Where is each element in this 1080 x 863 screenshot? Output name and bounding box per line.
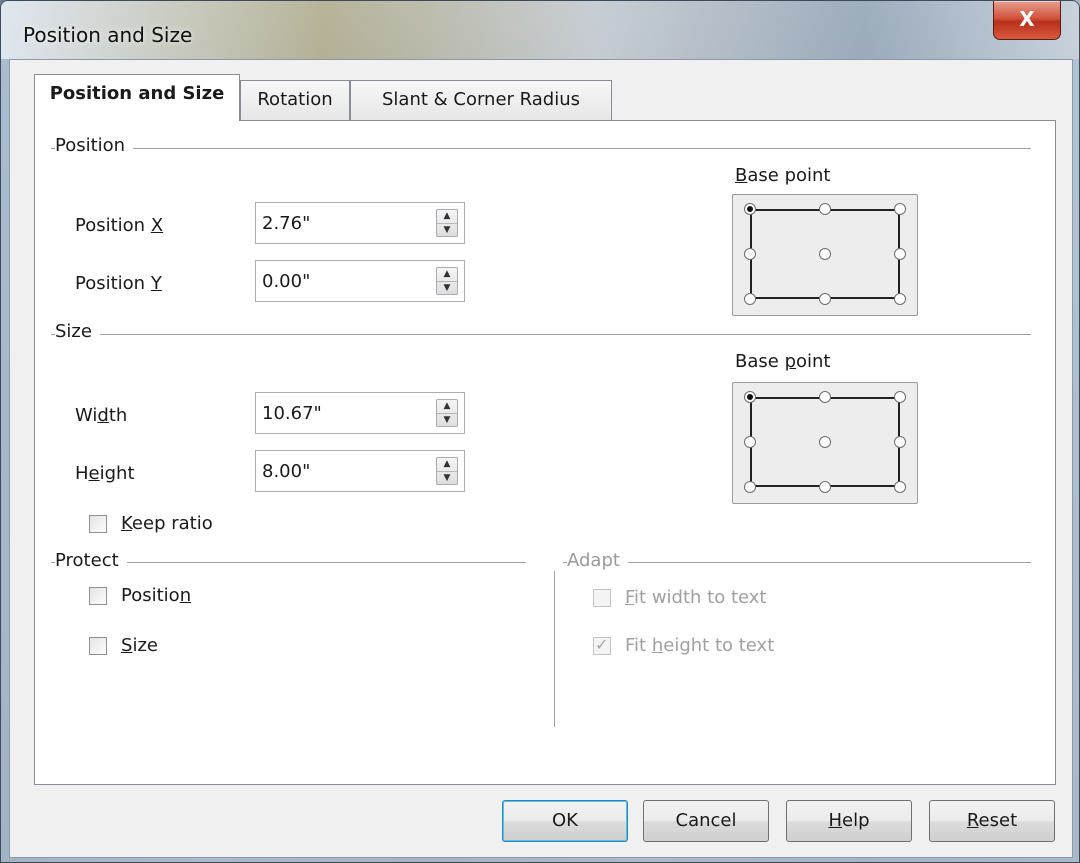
ok-label: OK: [552, 810, 578, 831]
base-point-middle-right[interactable]: [894, 248, 906, 260]
close-button[interactable]: X: [993, 1, 1061, 40]
base-point-center[interactable]: [819, 248, 831, 260]
fit-width-label: Fit width to text: [625, 587, 767, 608]
keep-ratio-label: Keep ratio: [121, 513, 213, 534]
position-base-point-label: Base point: [735, 165, 831, 186]
width-field[interactable]: 10.67" ▲ ▼: [255, 392, 465, 434]
base-point-top-center[interactable]: [819, 391, 831, 403]
base-point-top-center[interactable]: [819, 203, 831, 215]
base-point-top-left[interactable]: [744, 391, 756, 403]
position-x-label: Position X: [75, 215, 164, 236]
spin-down-icon[interactable]: ▼: [437, 472, 457, 485]
fit-height-box: [593, 635, 611, 655]
title-bar[interactable]: Position and Size X: [1, 1, 1079, 59]
base-point-top-right[interactable]: [894, 203, 906, 215]
width-label: Width: [75, 405, 128, 426]
tab-rotation[interactable]: Rotation: [240, 80, 350, 120]
base-point-bottom-left[interactable]: [744, 293, 756, 305]
reset-label: Reset: [966, 810, 1018, 831]
fit-height-label: Fit height to text: [625, 635, 775, 656]
protect-size-label: Size: [121, 635, 158, 656]
base-point-bottom-right[interactable]: [894, 481, 906, 493]
position-x-field[interactable]: 2.76" ▲ ▼: [255, 202, 465, 244]
width-value: 10.67": [262, 403, 322, 424]
height-spinner[interactable]: ▲ ▼: [436, 457, 458, 485]
base-point-middle-left[interactable]: [744, 436, 756, 448]
fit-width-box: [593, 589, 611, 607]
height-value: 8.00": [262, 461, 311, 482]
help-button[interactable]: Help: [786, 800, 912, 842]
tab-label: Position and Size: [49, 83, 225, 104]
width-spinner[interactable]: ▲ ▼: [436, 399, 458, 427]
spin-up-icon[interactable]: ▲: [437, 458, 457, 472]
size-base-point-label: Base point: [735, 351, 831, 372]
keep-ratio-box[interactable]: [89, 515, 107, 533]
size-section-label: Size: [55, 321, 100, 342]
base-point-bottom-right[interactable]: [894, 293, 906, 305]
spin-down-icon[interactable]: ▼: [437, 224, 457, 237]
spin-up-icon[interactable]: ▲: [437, 400, 457, 414]
protect-section-label: Protect: [55, 550, 127, 571]
position-x-spinner[interactable]: ▲ ▼: [436, 209, 458, 237]
tab-panel: Position Position X 2.76" ▲ ▼ Position Y …: [34, 120, 1056, 785]
height-label: Height: [75, 463, 135, 484]
size-separator: [51, 334, 1031, 335]
tab-label: Rotation: [257, 89, 333, 110]
spin-up-icon[interactable]: ▲: [437, 210, 457, 224]
base-point-top-right[interactable]: [894, 391, 906, 403]
position-base-point-selector[interactable]: [732, 194, 918, 316]
tab-position-and-size[interactable]: Position and Size: [34, 74, 240, 121]
tab-label: Slant & Corner Radius: [381, 89, 581, 110]
cancel-label: Cancel: [675, 810, 737, 831]
help-label: Help: [828, 810, 870, 831]
position-y-field[interactable]: 0.00" ▲ ▼: [255, 260, 465, 302]
protect-position-box[interactable]: [89, 587, 107, 605]
base-point-top-left[interactable]: [744, 203, 756, 215]
spin-down-icon[interactable]: ▼: [437, 414, 457, 427]
protect-position-label: Position: [121, 585, 192, 606]
position-y-label: Position Y: [75, 273, 162, 294]
base-point-bottom-left[interactable]: [744, 481, 756, 493]
close-icon: X: [1019, 7, 1035, 31]
base-point-bottom-center[interactable]: [819, 293, 831, 305]
reset-button[interactable]: Reset: [929, 800, 1055, 842]
adapt-divider: [554, 571, 555, 727]
ok-button[interactable]: OK: [502, 800, 628, 842]
adapt-section-label: Adapt: [567, 550, 628, 571]
position-x-value: 2.76": [262, 213, 311, 234]
base-point-bottom-center[interactable]: [819, 481, 831, 493]
position-separator: [51, 148, 1031, 149]
dialog-client-area: Position and Size Rotation Slant & Corne…: [9, 59, 1073, 858]
adapt-separator: [563, 562, 1031, 563]
position-y-spinner[interactable]: ▲ ▼: [436, 267, 458, 295]
position-section-label: Position: [55, 135, 134, 156]
window-title: Position and Size: [23, 23, 193, 47]
base-point-middle-right[interactable]: [894, 436, 906, 448]
base-point-center[interactable]: [819, 436, 831, 448]
height-field[interactable]: 8.00" ▲ ▼: [255, 450, 465, 492]
spin-down-icon[interactable]: ▼: [437, 282, 457, 295]
size-base-point-selector[interactable]: [732, 382, 918, 504]
tab-slant-corner-radius[interactable]: Slant & Corner Radius: [350, 80, 612, 120]
dialog-window: Position and Size X Position and Size Ro…: [0, 0, 1080, 863]
protect-size-box[interactable]: [89, 637, 107, 655]
spin-up-icon[interactable]: ▲: [437, 268, 457, 282]
base-point-middle-left[interactable]: [744, 248, 756, 260]
cancel-button[interactable]: Cancel: [643, 800, 769, 842]
position-y-value: 0.00": [262, 271, 311, 292]
